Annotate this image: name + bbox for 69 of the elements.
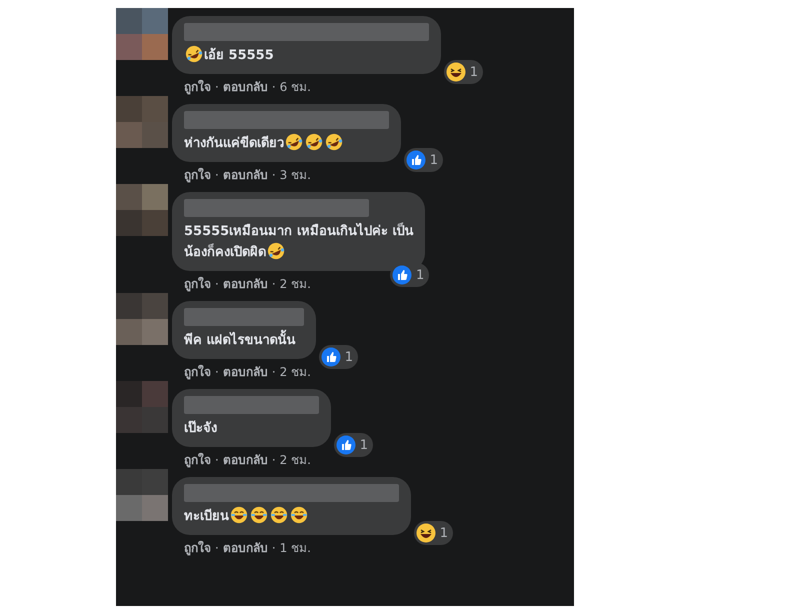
thumbs-up-icon [406, 150, 426, 170]
laughing-tears-emoji-icon [270, 506, 288, 524]
rolling-laughing-emoji-icon [325, 133, 343, 151]
rolling-laughing-emoji-icon [267, 242, 285, 260]
separator-dot: · [215, 79, 219, 95]
avatar-placeholder [116, 96, 168, 148]
thumbs-up-icon [320, 347, 341, 367]
comment-text: น้องก็คงเปิดผิด [184, 245, 266, 260]
reaction-badge[interactable]: 1 [318, 345, 358, 369]
comment-time: 2 ชม. [280, 364, 311, 380]
reaction-badge[interactable]: 1 [414, 521, 453, 545]
separator-dot: · [215, 540, 219, 556]
laughing-tears-emoji-icon [290, 506, 308, 524]
separator-dot: · [272, 364, 276, 380]
comment-action-link[interactable]: ถูกใจ [184, 364, 211, 380]
comment-time: 2 ชม. [280, 276, 311, 292]
comment-time: 2 ชม. [280, 452, 311, 468]
rolling-laughing-emoji-icon [185, 45, 203, 63]
laughing-face-icon [446, 62, 466, 82]
reaction-badge[interactable]: 1 [334, 433, 373, 457]
rolling-laughing-emoji-icon [285, 133, 303, 151]
comment-text: เอ้ย 55555 [204, 48, 274, 63]
separator-dot: · [272, 167, 276, 183]
comment-action-link[interactable]: ถูกใจ [184, 276, 211, 292]
comment-action-link[interactable]: ตอบกลับ [222, 167, 268, 183]
avatar-placeholder [116, 469, 168, 521]
comment-action-link[interactable]: ตอบกลับ [222, 452, 268, 468]
separator-dot: · [272, 276, 276, 292]
comment-text: 55555เหมือนมาก เหมือนเกินไปค่ะ เป็น [184, 224, 414, 239]
comment-action-link[interactable]: ตอบกลับ [222, 276, 268, 292]
reaction-count: 1 [440, 526, 448, 540]
comment-time: 3 ชม. [280, 167, 311, 183]
separator-dot: · [272, 540, 276, 556]
comment-action-link[interactable]: ตอบกลับ [222, 79, 268, 95]
reaction-badge[interactable]: 1 [390, 263, 430, 287]
reaction-badge[interactable]: 1 [404, 148, 443, 172]
comment-time: 6 ชม. [280, 79, 311, 95]
separator-dot: · [272, 452, 276, 468]
comment-action-link[interactable]: ถูกใจ [184, 79, 211, 95]
reaction-count: 1 [430, 152, 438, 168]
comment-text: ทะเบียน [184, 509, 229, 524]
separator-dot: · [215, 452, 219, 468]
reaction-count: 1 [416, 268, 424, 282]
reaction-badge[interactable]: 1 [444, 60, 483, 84]
separator-dot: · [215, 276, 219, 292]
laughing-tears-emoji-icon [250, 506, 268, 524]
reaction-count: 1 [470, 64, 478, 80]
thumbs-up-icon [392, 265, 412, 285]
reaction-count: 1 [344, 350, 353, 364]
comment-action-link[interactable]: ถูกใจ [184, 452, 211, 468]
reaction-count: 1 [360, 438, 368, 452]
comment-action-link[interactable]: ถูกใจ [184, 540, 211, 556]
rolling-laughing-emoji-icon [305, 133, 323, 151]
laughing-face-icon [416, 523, 436, 543]
avatar-placeholder [116, 184, 168, 236]
thumbs-up-icon [336, 435, 356, 455]
separator-dot: · [215, 167, 219, 183]
comment-action-link[interactable]: ตอบกลับ [222, 364, 268, 380]
separator-dot: · [272, 79, 276, 95]
comment-time: 1 ชม. [280, 540, 311, 556]
avatar-placeholder [116, 8, 168, 60]
laughing-tears-emoji-icon [230, 506, 248, 524]
comment-text: ห่างกันแค่ขีดเดียว [184, 136, 284, 151]
comment-text: เป๊ะจัง [184, 421, 217, 436]
separator-dot: · [215, 364, 219, 380]
comment-action-link[interactable]: ถูกใจ [184, 167, 211, 183]
avatar-placeholder [116, 293, 168, 345]
comment-action-link[interactable]: ตอบกลับ [222, 540, 268, 556]
avatar-placeholder [116, 381, 168, 433]
